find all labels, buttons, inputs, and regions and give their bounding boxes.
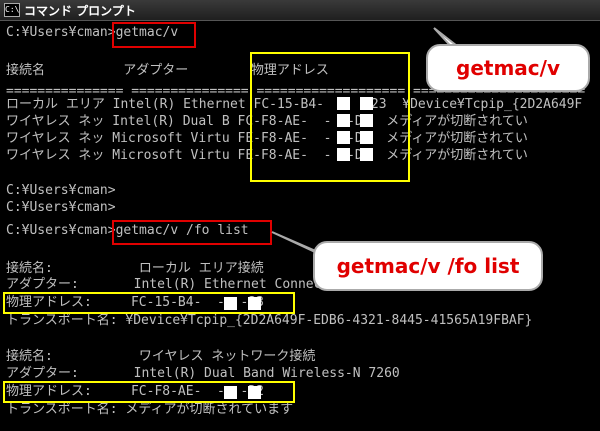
- command-highlight-getmac: [112, 22, 196, 48]
- command-highlight-getmac-list: [112, 220, 272, 245]
- console-line: トランスポート名: ¥Device¥Tcpip_{2D2A649F-EDB6-4…: [6, 313, 533, 328]
- physical-address-highlight-1: [3, 292, 295, 314]
- console-line: アダプター: Intel(R) Dual Band Wireless-N 726…: [6, 366, 400, 381]
- callout-getmac: getmac/v: [426, 44, 590, 92]
- command-prompt-icon: C:\: [4, 3, 20, 17]
- console-line: C:¥Users¥cman>: [6, 200, 116, 215]
- physical-address-highlight-2: [3, 381, 295, 403]
- title-bar[interactable]: C:\ コマンド プロンプト: [0, 0, 600, 21]
- console-line: C:¥Users¥cman>: [6, 183, 116, 198]
- console-line: 接続名: ローカル エリア接続: [6, 261, 264, 276]
- callout-getmac-list: getmac/v /fo list: [313, 241, 543, 291]
- console-line: トランスポート名: メディアが切断されています: [6, 402, 294, 417]
- console-line: 接続名: ワイヤレス ネットワーク接続: [6, 349, 316, 364]
- physical-address-column-highlight: [250, 52, 410, 182]
- window-title: コマンド プロンプト: [24, 4, 136, 18]
- command-prompt-window: C:\ コマンド プロンプト C:¥Users¥cman> getmac/v 接続…: [0, 0, 600, 431]
